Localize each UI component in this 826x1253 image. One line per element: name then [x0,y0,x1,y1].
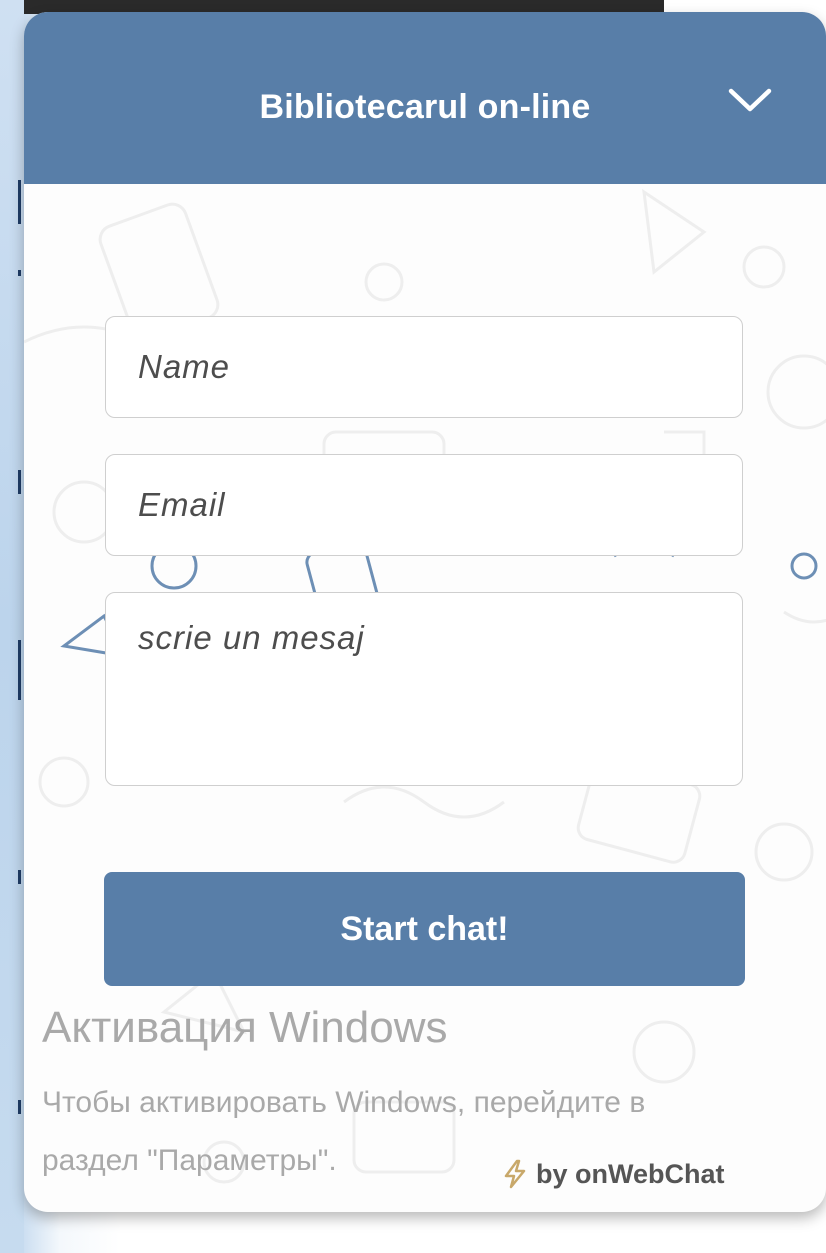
lightning-icon [504,1159,526,1189]
powered-by-link[interactable]: by onWebChat [502,1154,725,1194]
background-mark [18,870,21,884]
background-mark [18,180,21,224]
windows-activation-line1: Чтобы активировать Windows, перейдите в [42,1086,646,1119]
email-input[interactable] [105,454,743,556]
chat-widget: Bibliotecarul on-line Start chat! Актива… [24,12,826,1212]
windows-activation-line2: раздел "Параметры". [42,1144,337,1177]
background-mark [18,640,21,700]
powered-by-text: by onWebChat [536,1158,725,1189]
desktop-background-strip [0,0,24,1253]
background-mark [18,270,21,276]
chat-title: Bibliotecarul on-line [259,88,591,126]
background-mark [18,470,21,494]
chat-header: Bibliotecarul on-line [24,12,826,686]
name-input[interactable] [105,316,743,418]
start-chat-button[interactable]: Start chat! [104,872,745,986]
background-mark [18,1100,21,1114]
collapse-button[interactable] [724,76,776,128]
chevron-down-icon [728,88,772,112]
message-textarea[interactable] [105,592,743,786]
windows-activation-title: Активация Windows [42,1003,448,1052]
